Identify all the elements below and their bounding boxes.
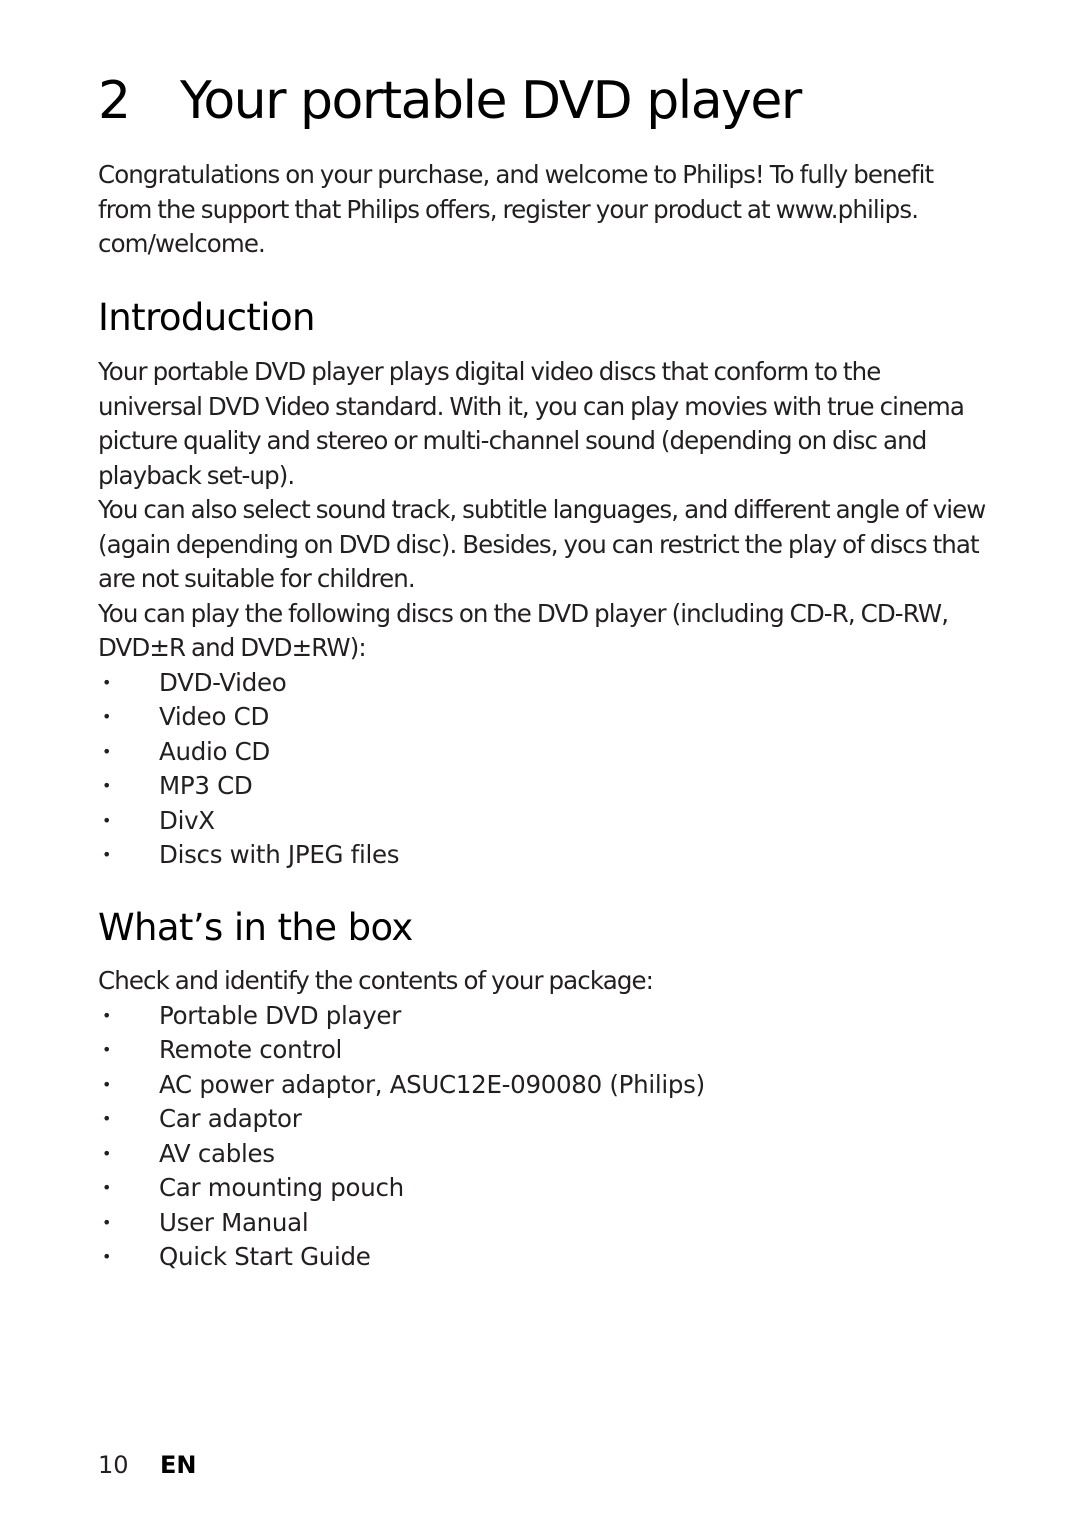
page-footer: 10 EN xyxy=(98,1449,196,1481)
list-item-text: Quick Start Guide xyxy=(159,1242,371,1271)
list-item: • User Manual xyxy=(98,1206,988,1241)
introduction-section: Your portable DVD player plays digital v… xyxy=(98,355,988,873)
bullet-icon: • xyxy=(102,672,112,692)
disc-types-list: • DVD-Video • Video CD • Audio CD • MP3 CD •… xyxy=(98,666,988,873)
bullet-icon: • xyxy=(102,1143,112,1163)
list-item-text: Audio CD xyxy=(159,736,270,766)
list-item: • Car adaptor xyxy=(98,1102,988,1137)
introduction-paragraph-2: You can also select sound track, subtitl… xyxy=(98,495,986,593)
list-item-text: Car mounting pouch xyxy=(159,1173,404,1202)
list-item: • DivX xyxy=(98,804,988,839)
list-item-text: DVD-Video xyxy=(159,667,287,697)
whats-in-the-box-section: Check and identify the contents of your … xyxy=(98,964,988,1275)
chapter-title: 2 Your portable DVD player xyxy=(98,70,802,132)
introduction-paragraph-3: You can play the following discs on the … xyxy=(98,598,949,663)
bullet-icon: • xyxy=(102,1040,112,1059)
list-item: • MP3 CD xyxy=(98,769,988,804)
list-item: • Remote control xyxy=(98,1033,988,1068)
list-item-text: Video CD xyxy=(159,702,270,731)
list-item-text: AV cables xyxy=(159,1138,275,1168)
list-item: • Discs with JPEG files xyxy=(98,838,988,873)
list-item: • Video CD xyxy=(98,700,988,735)
list-item-text: AC power adaptor, ASUC12E-090080 (Philip… xyxy=(159,1069,705,1099)
list-item-text: Portable DVD player xyxy=(159,1000,401,1030)
introduction-heading: Introduction xyxy=(98,296,315,339)
chapter-number: 2 xyxy=(98,71,131,131)
bullet-icon: • xyxy=(102,1074,112,1094)
bullet-icon: • xyxy=(102,1005,112,1025)
list-item-text: User Manual xyxy=(159,1207,309,1237)
box-contents-list: • Portable DVD player • Remote control • AC… xyxy=(98,999,988,1275)
list-item: • Audio CD xyxy=(98,735,988,770)
language-code: EN xyxy=(160,1451,197,1479)
page-number: 10 xyxy=(98,1451,129,1479)
list-item-text: Discs with JPEG files xyxy=(159,840,400,869)
bullet-icon: • xyxy=(102,1212,112,1232)
welcome-paragraph: Congratulations on your purchase, and we… xyxy=(98,160,934,258)
list-item-text: MP3 CD xyxy=(159,771,253,800)
bullet-icon: • xyxy=(102,1247,112,1266)
list-item: • AV cables xyxy=(98,1137,988,1172)
list-item-text: Car adaptor xyxy=(159,1104,302,1133)
bullet-icon: • xyxy=(102,810,112,830)
bullet-icon: • xyxy=(102,1178,112,1197)
bullet-icon: • xyxy=(102,741,112,761)
list-item: • Quick Start Guide xyxy=(98,1240,988,1275)
box-lead-text: Check and identify the contents of your … xyxy=(98,966,654,995)
bullet-icon: • xyxy=(102,1109,112,1128)
list-item-text: Remote control xyxy=(159,1035,343,1064)
chapter-title-text: Your portable DVD player xyxy=(180,71,802,131)
introduction-paragraph-1: Your portable DVD player plays digital v… xyxy=(98,357,965,490)
list-item-text: DivX xyxy=(159,805,215,835)
whats-in-the-box-heading: What’s in the box xyxy=(98,906,413,949)
bullet-icon: • xyxy=(102,845,112,864)
list-item: • Portable DVD player xyxy=(98,999,988,1034)
bullet-icon: • xyxy=(102,707,112,726)
list-item: • DVD-Video xyxy=(98,666,988,701)
list-item: • Car mounting pouch xyxy=(98,1171,988,1206)
list-item: • AC power adaptor, ASUC12E-090080 (Phili… xyxy=(98,1068,988,1103)
bullet-icon: • xyxy=(102,776,112,795)
